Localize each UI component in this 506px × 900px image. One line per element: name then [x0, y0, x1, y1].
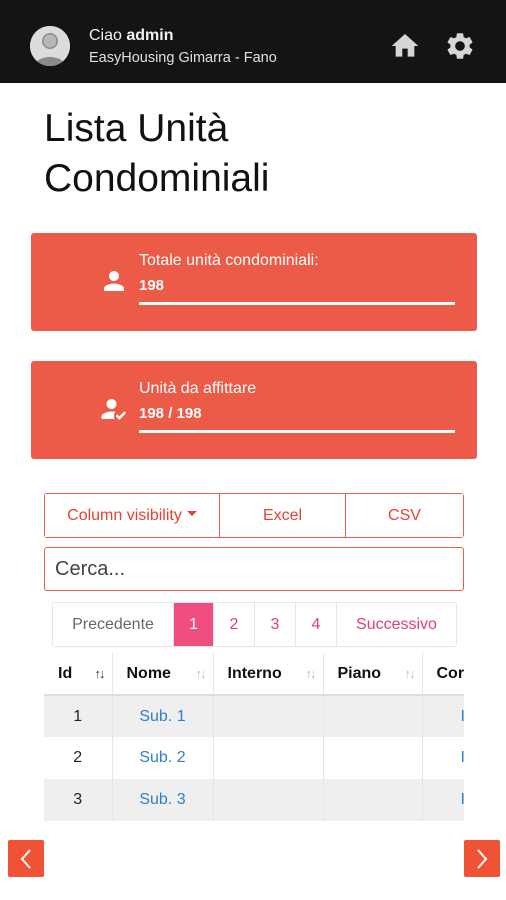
cell-piano [323, 695, 423, 737]
column-header-label: Id [58, 664, 73, 682]
greeting: Ciao admin [89, 27, 173, 45]
column-visibility-button[interactable]: Column visibility [45, 494, 220, 537]
column-header-label: Nome [126, 664, 171, 682]
pagination-page-3[interactable]: 3 [255, 603, 296, 646]
user-avatar[interactable] [30, 26, 70, 66]
stat-progress-bar [139, 302, 455, 305]
organization-name: EasyHousing Gimarra - Fano [89, 50, 277, 66]
column-header-interno[interactable]: Interno ↑↓ [213, 653, 324, 696]
search-input[interactable] [44, 547, 464, 591]
stat-label: Unità da affittare [139, 380, 257, 397]
cell-id: 2 [44, 737, 113, 779]
cell-interno [213, 737, 324, 779]
pagination-next[interactable]: Successivo [337, 603, 456, 646]
username: admin [126, 27, 174, 44]
stat-card-total-units: Totale unità condominiali: 198 [31, 233, 477, 331]
pagination-prev[interactable]: Precedente [53, 603, 174, 646]
column-header-label: Interno [227, 664, 282, 682]
csv-button[interactable]: CSV [346, 494, 463, 537]
cell-nome-link[interactable]: Sub. 1 [112, 695, 214, 737]
column-header-cor[interactable]: Cor [422, 653, 465, 696]
pagination-page-1[interactable]: 1 [174, 603, 214, 646]
greeting-prefix: Ciao [89, 27, 122, 44]
caret-down-icon [186, 511, 197, 516]
top-bar: Ciao admin EasyHousing Gimarra - Fano [0, 0, 506, 83]
table-row: 2 Sub. 2 I [44, 737, 464, 779]
cell-piano [323, 737, 423, 779]
table-row: 1 Sub. 1 I [44, 695, 464, 737]
chevron-right-icon [477, 848, 488, 869]
cell-cor-link[interactable]: I [422, 737, 464, 779]
stat-card-units-to-rent: Unità da affittare 198 / 198 [31, 361, 477, 459]
cell-nome-link[interactable]: Sub. 2 [112, 737, 214, 779]
home-icon[interactable] [389, 30, 421, 62]
pagination-page-2[interactable]: 2 [214, 603, 255, 646]
table-header-row: Id ↑↓ Nome ↑↓ Interno ↑↓ Piano ↑↓ Cor [44, 653, 465, 696]
column-header-label: Piano [337, 664, 382, 682]
stat-value: 198 [139, 277, 165, 294]
column-header-piano[interactable]: Piano ↑↓ [323, 653, 423, 696]
excel-button[interactable]: Excel [220, 494, 346, 537]
sort-icon: ↑↓ [305, 666, 317, 681]
scroll-left-button[interactable] [8, 840, 44, 877]
stat-value: 198 / 198 [139, 405, 202, 422]
stat-label: Totale unità condominiali: [139, 252, 319, 269]
units-table-container[interactable]: Id ↑↓ Nome ↑↓ Interno ↑↓ Piano ↑↓ Cor 1 … [44, 653, 464, 823]
cell-id: 3 [44, 779, 113, 821]
cell-piano [323, 779, 423, 821]
column-header-label: Cor [436, 664, 465, 682]
sort-icon: ↑↓ [94, 666, 106, 681]
cell-nome-link[interactable]: Sub. 3 [112, 779, 214, 821]
column-header-id[interactable]: Id ↑↓ [44, 653, 113, 696]
table-row: 3 Sub. 3 I [44, 779, 464, 821]
person-check-icon [99, 394, 129, 424]
scroll-right-button[interactable] [464, 840, 500, 877]
person-icon [99, 266, 129, 296]
units-table: Id ↑↓ Nome ↑↓ Interno ↑↓ Piano ↑↓ Cor 1 … [44, 653, 464, 821]
gear-icon[interactable] [444, 30, 476, 62]
avatar-person-icon [30, 26, 70, 66]
sort-icon: ↑↓ [404, 666, 416, 681]
export-button-group: Column visibility Excel CSV [44, 493, 464, 538]
stat-progress-bar [139, 430, 455, 433]
cell-interno [213, 695, 324, 737]
sort-icon: ↑↓ [195, 666, 207, 681]
page-title: Lista Unità Condominiali [44, 107, 270, 200]
cell-interno [213, 779, 324, 821]
chevron-left-icon [20, 848, 31, 869]
pagination: Precedente 1 2 3 4 Successivo [52, 602, 457, 647]
cell-id: 1 [44, 695, 113, 737]
cell-cor-link[interactable]: I [422, 695, 464, 737]
column-header-nome[interactable]: Nome ↑↓ [112, 653, 214, 696]
pagination-page-4[interactable]: 4 [296, 603, 337, 646]
column-visibility-label: Column visibility [67, 506, 182, 524]
cell-cor-link[interactable]: I [422, 779, 464, 821]
